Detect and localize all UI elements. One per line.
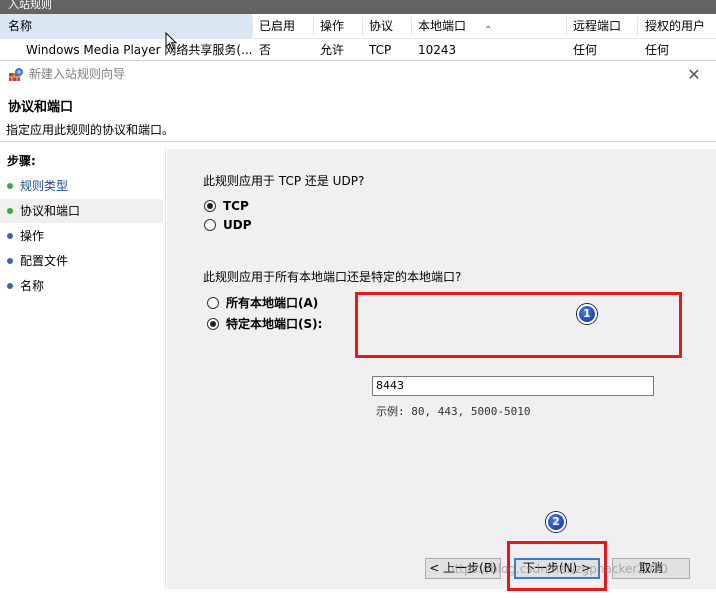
steps-panel: 步骤: 规则类型 协议和端口 操作 配置文件 名称	[0, 149, 166, 589]
radio-udp-indicator[interactable]	[204, 219, 216, 231]
radio-specific-ports-indicator[interactable]	[207, 318, 219, 330]
dialog-title: 新建入站规则向导	[29, 67, 126, 81]
radio-tcp-label: TCP	[223, 199, 249, 213]
step-profile[interactable]: 配置文件	[0, 249, 163, 273]
step-pending-icon	[7, 283, 13, 289]
radio-udp-label: UDP	[223, 218, 252, 232]
row-local-port: 10243	[418, 43, 457, 57]
row-protocol: TCP	[369, 43, 392, 57]
row-action: 允许	[320, 43, 345, 57]
radio-tcp-indicator[interactable]	[204, 200, 216, 212]
step-protocol-and-ports[interactable]: 协议和端口	[0, 199, 163, 223]
column-header-name[interactable]: 名称	[0, 14, 252, 39]
step-pending-icon	[7, 233, 13, 239]
step-label: 协议和端口	[20, 204, 81, 218]
background-window-title: 入站规则	[0, 0, 716, 14]
row-name: Windows Media Player 网络共享服务(...	[26, 43, 252, 57]
column-header-enabled[interactable]: 已启用	[259, 14, 295, 39]
step-label: 规则类型	[20, 179, 69, 193]
sort-arrow-icon: ⌃	[484, 25, 493, 36]
step-name[interactable]: 名称	[0, 274, 163, 298]
specific-ports-input[interactable]: 8443	[372, 376, 654, 396]
step-current-icon	[7, 208, 13, 214]
badge-2-icon: 2	[546, 512, 566, 532]
port-question: 此规则应用于所有本地端口还是特定的本地端口?	[203, 270, 462, 284]
highlight-box-port-input	[355, 292, 682, 358]
content-panel: 此规则应用于 TCP 还是 UDP? TCP UDP 此规则应用于所有本地端口还…	[167, 149, 716, 589]
column-header-local-port[interactable]: 本地端口	[418, 14, 466, 39]
column-header-authorized-users[interactable]: 授权的用户	[645, 14, 705, 39]
radio-specific-ports-label: 特定本地端口(S):	[226, 317, 323, 331]
step-label: 配置文件	[20, 254, 69, 268]
port-example-hint: 示例: 80, 443, 5000-5010	[376, 405, 531, 418]
page-subtitle: 指定应用此规则的协议和端口。	[6, 123, 175, 137]
step-rule-type[interactable]: 规则类型	[0, 174, 163, 198]
firewall-app-icon	[9, 68, 23, 81]
wizard-header: 协议和端口 指定应用此规则的协议和端口。	[0, 88, 716, 142]
step-pending-icon	[7, 258, 13, 264]
column-header-remote-port[interactable]: 远程端口	[573, 14, 621, 39]
close-icon[interactable]: ✕	[684, 65, 704, 85]
radio-all-ports-label: 所有本地端口(A)	[226, 296, 319, 310]
row-enabled: 否	[259, 43, 272, 57]
column-header-protocol[interactable]: 协议	[369, 14, 393, 39]
page-title: 协议和端口	[8, 100, 74, 115]
row-authorized-users: 任何	[645, 43, 670, 57]
step-label: 操作	[20, 229, 45, 243]
badge-1-icon: 1	[577, 304, 597, 324]
dialog-titlebar[interactable]: 新建入站规则向导 ✕	[0, 61, 716, 88]
step-done-icon	[7, 183, 13, 189]
mouse-cursor-icon	[165, 32, 178, 51]
protocol-question: 此规则应用于 TCP 还是 UDP?	[203, 174, 365, 188]
rules-table-header: 名称 已启用 操作 协议 本地端口 ⌃ 远程端口 授权的用户	[0, 14, 716, 39]
steps-title: 步骤:	[7, 154, 36, 168]
table-row[interactable]: Windows Media Player 网络共享服务(... 否 允许 TCP…	[0, 39, 716, 61]
watermark: https://blog.csdn.net/zgphacker2010	[447, 562, 668, 576]
row-remote-port: 任何	[573, 43, 598, 57]
radio-all-ports-indicator[interactable]	[207, 297, 219, 309]
step-label: 名称	[20, 279, 45, 293]
column-header-action[interactable]: 操作	[320, 14, 344, 39]
step-action[interactable]: 操作	[0, 224, 163, 248]
